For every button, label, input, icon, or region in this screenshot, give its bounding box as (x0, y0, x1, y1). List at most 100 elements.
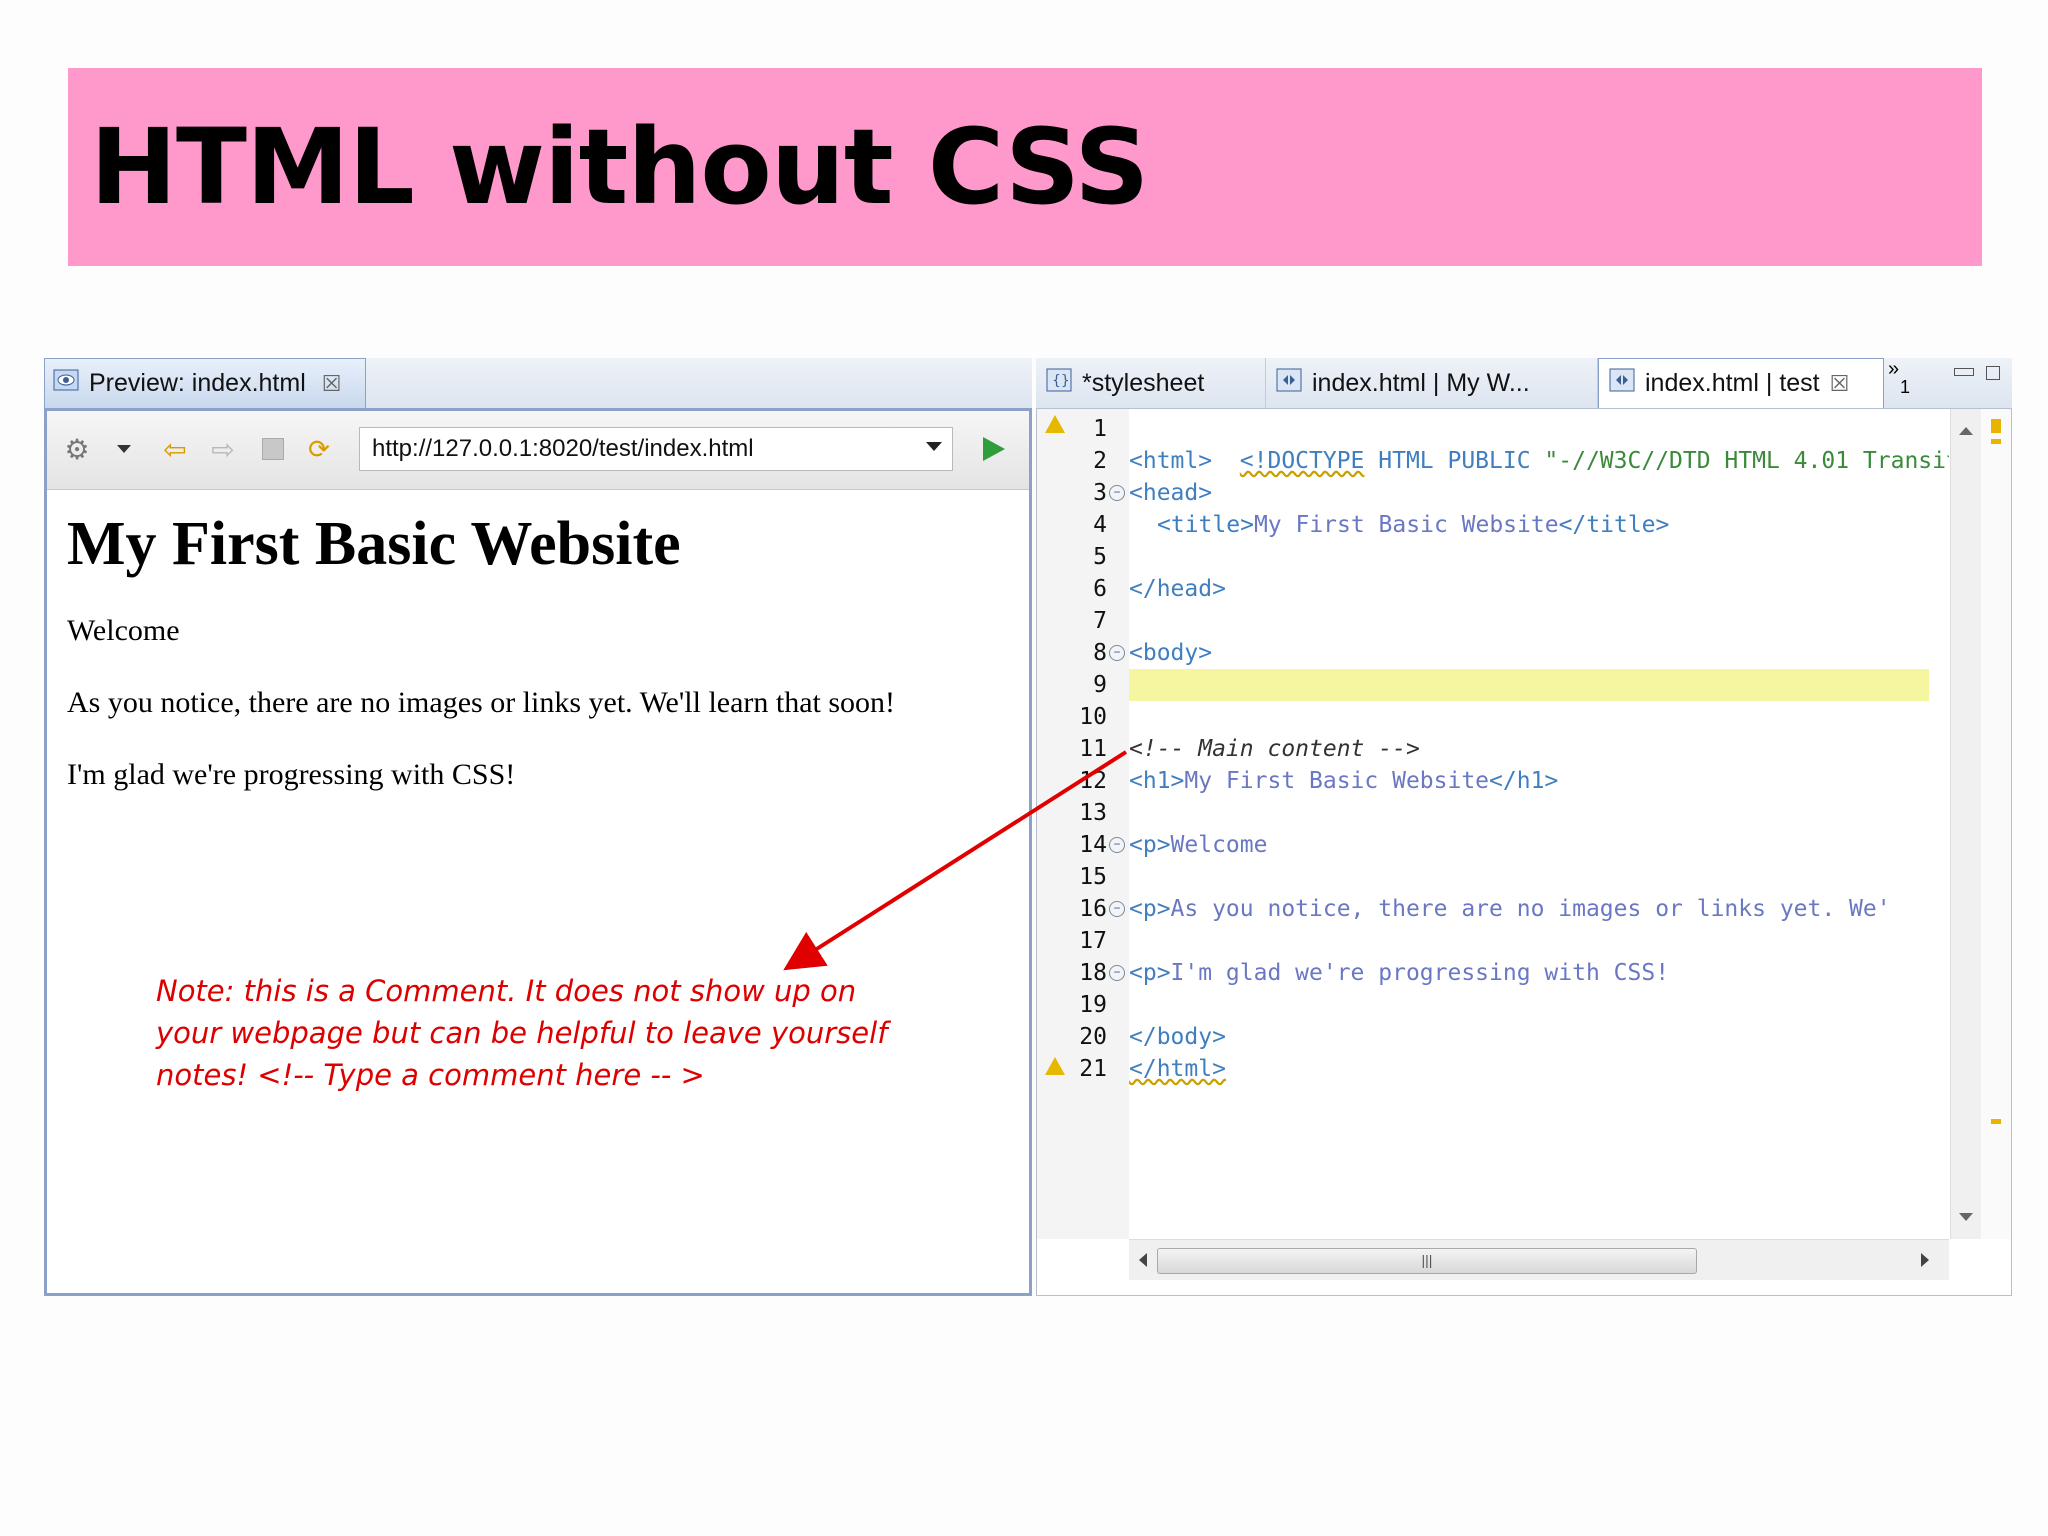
code-token: <h1> (1129, 768, 1185, 794)
back-arrow-icon[interactable]: ⇦ (159, 433, 191, 465)
line-number: 1 (1093, 416, 1107, 442)
vertical-scrollbar[interactable] (1950, 409, 1981, 1239)
tab-index-mywebsite[interactable]: index.html | My W... (1266, 358, 1598, 408)
warning-marker[interactable] (1991, 1119, 2001, 1124)
preview-tab-label: Preview: index.html (89, 369, 306, 397)
scroll-up-icon[interactable] (1959, 427, 1973, 435)
tab-overflow-button[interactable]: » 1 (1888, 359, 1911, 397)
forward-arrow-icon[interactable]: ⇨ (207, 433, 239, 465)
code-token: </body> (1129, 1024, 1226, 1050)
fold-icon[interactable]: − (1109, 485, 1125, 501)
current-line-highlight (1129, 669, 1929, 701)
tab-preview[interactable]: Preview: index.html ☒ (44, 358, 366, 408)
scroll-right-icon[interactable] (1921, 1253, 1929, 1267)
code-editor[interactable]: 1 2 3 − 4 5 6 7 8 − 9 10 11 12 13 14 − 1… (1036, 408, 2012, 1296)
url-input[interactable]: http://127.0.0.1:8020/test/index.html (359, 427, 953, 471)
preview-tabbar: Preview: index.html ☒ (44, 358, 1032, 409)
line-number: 16 (1079, 896, 1107, 922)
html-file-icon (1609, 368, 1635, 399)
code-area[interactable]: <!DOCTYPE HTML PUBLIC "-//W3C//DTD HTML … (1129, 409, 1949, 1239)
line-number: 21 (1079, 1056, 1107, 1082)
svg-text:{}: {} (1052, 373, 1070, 389)
browser-toolbar: ⚙ ⇦ ⇨ ⟳ http://127.0.0.1:8020/test/index… (47, 411, 1029, 490)
horizontal-scrollbar[interactable]: ||| (1129, 1239, 1949, 1280)
tab-label: index.html | test (1645, 369, 1820, 397)
stop-icon[interactable] (257, 433, 289, 465)
code-line: <title>My First Basic Website</title> (1129, 509, 1949, 541)
code-line: <head> (1129, 477, 1949, 509)
line-number: 9 (1093, 672, 1107, 698)
fold-icon[interactable]: − (1109, 837, 1125, 853)
go-icon[interactable] (983, 437, 1005, 461)
line-number-gutter: 1 2 3 − 4 5 6 7 8 − 9 10 11 12 13 14 − 1… (1037, 409, 1130, 1239)
code-line: </body> (1129, 1021, 1949, 1053)
tab-stylesheet[interactable]: {} *stylesheet (1036, 358, 1266, 408)
minimize-button[interactable] (1954, 368, 1974, 376)
line-number: 3 (1093, 480, 1107, 506)
code-token: As you notice, there are no images or li… (1170, 896, 1891, 922)
tab-label: index.html | My W... (1312, 368, 1530, 397)
css-file-icon: {} (1046, 368, 1072, 399)
scroll-thumb[interactable]: ||| (1157, 1248, 1697, 1274)
line-number: 7 (1093, 608, 1107, 634)
line-number: 13 (1079, 800, 1107, 826)
code-token: Welcome (1170, 832, 1268, 858)
tab-overflow-count: 1 (1900, 377, 1911, 397)
line-number: 6 (1093, 576, 1107, 602)
comment-note: Note: this is a Comment. It does not sho… (156, 974, 888, 1092)
scroll-down-icon[interactable] (1959, 1213, 1973, 1221)
line-number: 5 (1093, 544, 1107, 570)
chevron-down-icon[interactable] (117, 445, 131, 453)
fold-icon[interactable]: − (1109, 965, 1125, 981)
preview-paragraph: Welcome (67, 614, 180, 647)
editor-panel: {} *stylesheet index.html | My W... inde… (1036, 358, 2012, 1296)
code-token: <p> (1129, 832, 1171, 858)
tab-index-test[interactable]: index.html | test ☒ (1598, 358, 1884, 408)
line-number: 12 (1079, 768, 1107, 794)
url-dropdown-icon[interactable] (926, 442, 942, 451)
code-token: <html> (1129, 448, 1213, 474)
code-comment: <!-- Main content --> (1129, 736, 1420, 762)
code-token: My First Basic Website (1184, 768, 1490, 794)
code-token: </h1> (1489, 768, 1559, 794)
code-line: <h1>My First Basic Website</h1> (1129, 765, 1949, 797)
fold-icon[interactable]: − (1109, 901, 1125, 917)
line-number: 8 (1093, 640, 1107, 666)
fold-icon[interactable]: − (1109, 645, 1125, 661)
code-line: </head> (1129, 573, 1949, 605)
overview-ruler[interactable] (1981, 409, 2011, 1239)
warning-marker[interactable] (1991, 439, 2001, 444)
slide-title: HTML without CSS (90, 106, 1149, 228)
line-number: 18 (1079, 960, 1107, 986)
url-text: http://127.0.0.1:8020/test/index.html (372, 435, 754, 462)
code-token: </html> (1129, 1056, 1226, 1082)
warning-marker[interactable] (1991, 419, 2001, 433)
preview-paragraph: As you notice, there are no images or li… (67, 686, 896, 719)
code-token: <p> (1129, 960, 1171, 986)
code-token: <head> (1129, 480, 1213, 506)
code-line: <p>I'm glad we're progressing with CSS! (1129, 957, 1949, 989)
title-banner: HTML without CSS (68, 68, 1982, 266)
line-number: 14 (1079, 832, 1107, 858)
line-number: 20 (1079, 1024, 1107, 1050)
code-token: <body> (1129, 640, 1213, 666)
gear-icon[interactable]: ⚙ (61, 433, 93, 465)
close-icon[interactable]: ☒ (322, 371, 342, 397)
close-icon[interactable]: ☒ (1830, 371, 1850, 397)
code-token: <p> (1129, 896, 1171, 922)
line-number: 15 (1079, 864, 1107, 890)
code-token: </title> (1558, 512, 1670, 538)
preview-eye-icon (53, 369, 79, 398)
code-line: <p>Welcome (1129, 829, 1949, 861)
line-number: 4 (1093, 512, 1107, 538)
tab-label: *stylesheet (1082, 368, 1205, 397)
maximize-button[interactable] (1986, 366, 2000, 380)
preview-body: ⚙ ⇦ ⇨ ⟳ http://127.0.0.1:8020/test/index… (44, 408, 1032, 1296)
scroll-left-icon[interactable] (1139, 1253, 1147, 1267)
html-file-icon (1276, 368, 1302, 399)
code-line: <!DOCTYPE HTML PUBLIC "-//W3C//DTD HTML … (1129, 413, 1949, 474)
line-number: 11 (1079, 736, 1107, 762)
code-line: <html> (1129, 445, 1949, 477)
code-line: <p>As you notice, there are no images or… (1129, 893, 1949, 925)
refresh-icon[interactable]: ⟳ (303, 433, 335, 465)
